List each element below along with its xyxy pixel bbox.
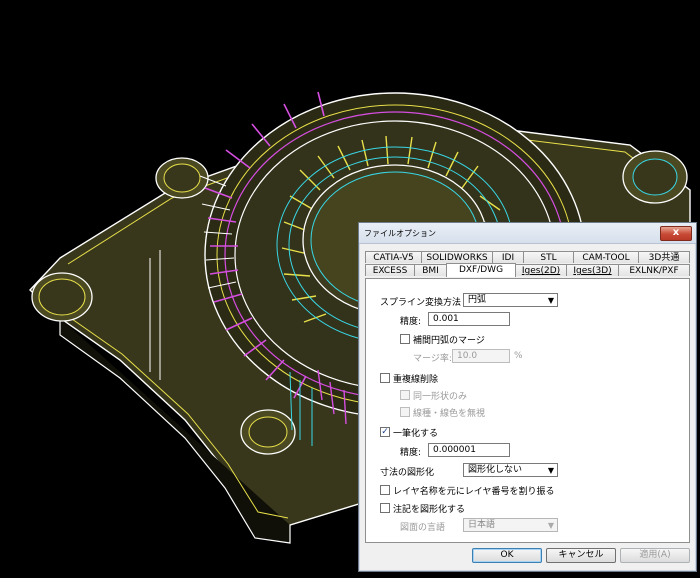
duplicate-delete-checkbox[interactable] <box>380 373 390 383</box>
drawing-language-select[interactable]: 日本語 ▼ <box>463 518 558 532</box>
layer-number-label: レイヤ名称を元にレイヤ番号を割り振る <box>393 487 555 497</box>
dimension-select[interactable]: 図形化しない ▼ <box>463 463 558 477</box>
chevron-down-icon: ▼ <box>547 296 554 305</box>
merge-rate-input[interactable]: 10.0 <box>452 349 510 363</box>
dimension-value: 図形化しない <box>468 465 523 475</box>
arc-merge-checkbox[interactable] <box>400 334 410 344</box>
tab-bmi[interactable]: BMI <box>414 264 447 276</box>
close-button[interactable]: x <box>660 226 692 241</box>
annotation-checkbox[interactable] <box>380 503 390 513</box>
annotation-label: 注記を図形化する <box>393 505 466 515</box>
checkmark-icon: ✓ <box>381 427 389 437</box>
tab-iges-2d[interactable]: Iges(2D) <box>515 264 567 276</box>
tab-strip: CATIA-V5 SOLIDWORKS IDI STL CAM-TOOL 3D共… <box>365 251 690 277</box>
precision-label: 精度: <box>400 317 422 327</box>
one-stroke-precision-label: 精度: <box>400 448 422 458</box>
close-icon: x <box>672 227 680 238</box>
dimension-label: 寸法の図形化 <box>380 468 435 478</box>
chevron-down-icon: ▼ <box>547 521 554 530</box>
tab-stl[interactable]: STL <box>523 251 574 263</box>
duplicate-delete-label: 重複線削除 <box>393 375 439 385</box>
tab-catia-v5[interactable]: CATIA-V5 <box>365 251 422 263</box>
precision-input[interactable]: 0.001 <box>428 312 510 326</box>
ok-button[interactable]: OK <box>472 548 542 563</box>
merge-rate-label: マージ率: <box>413 354 452 364</box>
tab-cam-tool[interactable]: CAM-TOOL <box>573 251 639 263</box>
tab-idi[interactable]: IDI <box>492 251 524 263</box>
file-options-dialog: ファイルオプション x CATIA-V5 SOLIDWORKS IDI STL … <box>358 222 697 572</box>
drawing-language-label: 図面の言語 <box>400 523 446 533</box>
tab-dxf-dwg[interactable]: DXF/DWG <box>446 263 516 277</box>
tab-3d-common[interactable]: 3D共通 <box>638 251 690 263</box>
layer-number-checkbox[interactable] <box>380 485 390 495</box>
tab-row-1: CATIA-V5 SOLIDWORKS IDI STL CAM-TOOL 3D共… <box>365 251 690 264</box>
tab-iges-3d[interactable]: Iges(3D) <box>566 264 619 276</box>
same-shape-checkbox[interactable] <box>400 390 410 400</box>
same-shape-label: 同一形状のみ <box>413 392 468 402</box>
tab-solidworks[interactable]: SOLIDWORKS <box>421 251 493 263</box>
ignore-linetype-checkbox[interactable] <box>400 407 410 417</box>
one-stroke-label: 一筆化する <box>393 429 439 439</box>
ignore-linetype-label: 線種・線色を無視 <box>413 409 486 419</box>
dialog-title: ファイルオプション <box>364 229 436 238</box>
dialog-titlebar[interactable]: ファイルオプション x <box>359 223 696 244</box>
chevron-down-icon: ▼ <box>547 466 554 475</box>
cancel-button[interactable]: キャンセル <box>546 548 616 563</box>
merge-rate-unit: % <box>514 351 523 361</box>
arc-merge-label: 補間円弧のマージ <box>413 336 485 346</box>
tab-excess[interactable]: EXCESS <box>365 264 415 276</box>
tab-row-2: EXCESS BMI DXF/DWG Iges(2D) Iges(3D) EXL… <box>365 263 690 277</box>
one-stroke-checkbox[interactable]: ✓ <box>380 427 390 437</box>
spline-conversion-label: スプライン変換方法 <box>380 298 462 308</box>
dxf-dwg-panel: スプライン変換方法 円弧 ▼ 精度: 0.001 補間円弧のマージ マージ率: … <box>365 278 690 543</box>
one-stroke-precision-input[interactable]: 0.000001 <box>428 443 510 457</box>
spline-conversion-value: 円弧 <box>468 295 487 305</box>
spline-conversion-select[interactable]: 円弧 ▼ <box>463 293 558 307</box>
drawing-language-value: 日本語 <box>468 520 496 530</box>
tab-exlnk-pxf[interactable]: EXLNK/PXF <box>618 264 690 276</box>
apply-button[interactable]: 適用(A) <box>620 548 690 563</box>
